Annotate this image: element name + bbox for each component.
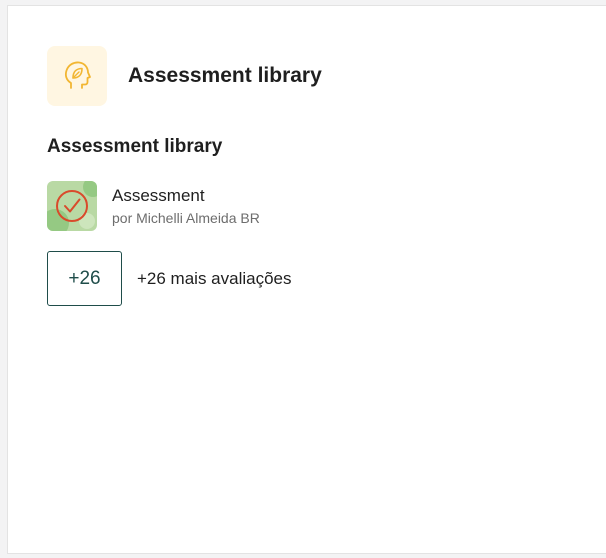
more-count-badge[interactable]: +26 <box>47 251 122 306</box>
assessment-library-card: Assessment library Assessment library As… <box>7 5 606 554</box>
item-author: por Michelli Almeida BR <box>112 210 260 226</box>
more-assessments-link[interactable]: +26 mais avaliações <box>137 269 292 289</box>
card-header: Assessment library <box>47 46 322 106</box>
section-title: Assessment library <box>47 136 223 157</box>
item-text: Assessment por Michelli Almeida BR <box>112 185 260 227</box>
head-leaf-icon <box>47 46 107 106</box>
list-item[interactable]: Assessment por Michelli Almeida BR <box>47 181 260 231</box>
item-title[interactable]: Assessment <box>112 185 260 207</box>
assessment-thumbnail <box>47 181 97 231</box>
page-title: Assessment library <box>128 64 322 87</box>
more-assessments[interactable]: +26 +26 mais avaliações <box>47 251 292 306</box>
